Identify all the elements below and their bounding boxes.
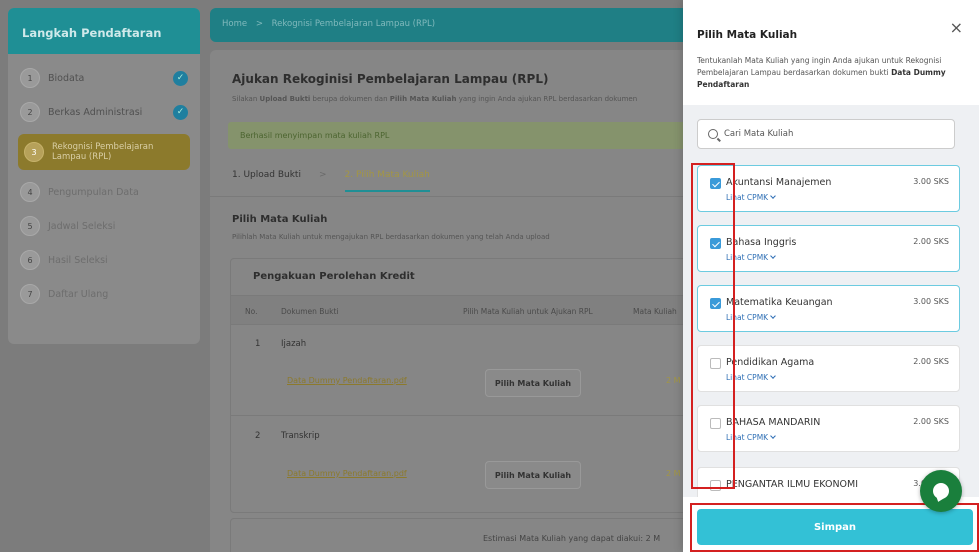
row-number: 2 xyxy=(255,431,261,441)
step-jadwal-seleksi[interactable]: 5 Jadwal Seleksi xyxy=(20,214,188,238)
table-header: No. Dokumen Bukti Pilih Mata Kuliah untu… xyxy=(231,295,691,325)
chevron-down-icon xyxy=(770,253,776,259)
sidebar: Langkah Pendaftaran 1 Biodata ✓ 2 Berkas… xyxy=(8,8,200,344)
step-daftar-ulang[interactable]: 7 Daftar Ulang xyxy=(20,282,188,306)
step-label: Jadwal Seleksi xyxy=(48,220,116,232)
row-document: Ijazah xyxy=(281,339,307,349)
pick-course-button[interactable]: Pilih Mata Kuliah xyxy=(485,461,581,489)
step-number: 6 xyxy=(20,250,40,270)
col-mk: Mata Kuliah xyxy=(633,307,677,316)
step-number: 3 xyxy=(24,142,44,162)
pick-course-button[interactable]: Pilih Mata Kuliah xyxy=(485,369,581,397)
close-icon[interactable]: × xyxy=(950,20,963,36)
sidebar-title: Langkah Pendaftaran xyxy=(8,8,200,54)
step-rpl[interactable]: 3 Rekognisi Pembelajaran Lampau (RPL) xyxy=(18,134,190,170)
search-input[interactable]: Cari Mata Kuliah xyxy=(697,119,955,149)
chat-button[interactable] xyxy=(920,470,962,512)
breadcrumb-home[interactable]: Home xyxy=(222,19,247,29)
main-panel: Ajukan Rekoginisi Pembelajaran Lampau (R… xyxy=(210,50,691,552)
drawer-title: Pilih Mata Kuliah xyxy=(697,29,798,41)
row-sks: 2 M xyxy=(666,376,681,385)
col-pick: Pilih Mata Kuliah untuk Ajukan RPL xyxy=(463,307,593,316)
course-item[interactable]: Pendidikan Agama 2.00 SKS Lihat CPMK xyxy=(697,345,960,392)
card-title: Pengakuan Perolehan Kredit xyxy=(253,271,415,282)
course-item[interactable]: BAHASA MANDARIN 2.00 SKS Lihat CPMK xyxy=(697,405,960,452)
col-no: No. xyxy=(245,307,258,316)
step-number: 2 xyxy=(20,102,40,122)
course-sks: 3.00 SKS xyxy=(913,297,949,306)
step-number: 7 xyxy=(20,284,40,304)
chat-icon xyxy=(933,483,949,499)
chevron-down-icon xyxy=(770,193,776,199)
chevron-down-icon xyxy=(770,373,776,379)
file-link[interactable]: Data Dummy Pendaftaran.pdf xyxy=(287,376,407,385)
section-title: Pilih Mata Kuliah xyxy=(232,214,328,225)
step-number: 1 xyxy=(20,68,40,88)
breadcrumb-separator: > xyxy=(255,19,263,29)
course-name: Akuntansi Manajemen xyxy=(726,177,832,188)
drawer-description: Tentukanlah Mata Kuliah yang ingin Anda … xyxy=(697,56,946,89)
course-item[interactable]: Akuntansi Manajemen 3.00 SKS Lihat CPMK xyxy=(697,165,960,212)
tab-separator: > xyxy=(318,170,327,180)
step-label: Biodata xyxy=(48,72,85,84)
file-link[interactable]: Data Dummy Pendaftaran.pdf xyxy=(287,469,407,478)
step-label: Daftar Ulang xyxy=(48,288,109,300)
step-label: Hasil Seleksi xyxy=(48,254,108,266)
page-description: Silakan Upload Bukti berupa dokumen dan … xyxy=(232,95,638,103)
row-divider xyxy=(231,415,691,416)
step-number: 5 xyxy=(20,216,40,236)
course-name: BAHASA MANDARIN xyxy=(726,417,821,428)
credit-card: Pengakuan Perolehan Kredit No. Dokumen B… xyxy=(230,258,691,513)
row-document: Transkrip xyxy=(281,431,320,441)
course-name: Bahasa Inggris xyxy=(726,237,797,248)
success-alert: Berhasil menyimpan mata kuliah RPL xyxy=(228,122,688,149)
course-sks: 2.00 SKS xyxy=(913,357,949,366)
step-hasil-seleksi[interactable]: 6 Hasil Seleksi xyxy=(20,248,188,272)
course-name: Matematika Keuangan xyxy=(726,297,833,308)
tab-upload-bukti[interactable]: 1. Upload Bukti xyxy=(232,170,301,192)
course-item[interactable]: Bahasa Inggris 2.00 SKS Lihat CPMK xyxy=(697,225,960,272)
course-sks: 2.00 SKS xyxy=(913,237,949,246)
tab-pilih-mata-kuliah[interactable]: 2. Pilih Mata Kuliah xyxy=(344,170,430,192)
step-label: Pengumpulan Data xyxy=(48,186,139,198)
step-tabs: 1. Upload Bukti > 2. Pilih Mata Kuliah xyxy=(232,170,430,192)
search-icon xyxy=(708,129,718,139)
course-sks: 3.00 SKS xyxy=(913,177,949,186)
step-number: 4 xyxy=(20,182,40,202)
step-biodata[interactable]: 1 Biodata ✓ xyxy=(20,66,188,90)
step-pengumpulan-data[interactable]: 4 Pengumpulan Data xyxy=(20,180,188,204)
course-name: PENGANTAR ILMU EKONOMI xyxy=(726,479,859,490)
row-number: 1 xyxy=(255,339,261,349)
course-name: Pendidikan Agama xyxy=(726,357,815,368)
breadcrumb: Home > Rekognisi Pembelajaran Lampau (RP… xyxy=(210,8,690,42)
estimation-text: Estimasi Mata Kuliah yang dapat diakui: … xyxy=(230,518,690,552)
search-placeholder: Cari Mata Kuliah xyxy=(724,129,794,139)
step-label: Berkas Administrasi xyxy=(48,106,143,118)
breadcrumb-current: Rekognisi Pembelajaran Lampau (RPL) xyxy=(271,19,436,29)
section-description: Pilihlah Mata Kuliah untuk mengajukan RP… xyxy=(232,233,550,241)
divider xyxy=(210,196,690,197)
check-circle-icon: ✓ xyxy=(173,70,188,86)
row-sks: 2 M xyxy=(666,469,681,478)
chevron-down-icon xyxy=(770,313,776,319)
chevron-down-icon xyxy=(770,433,776,439)
page-title: Ajukan Rekoginisi Pembelajaran Lampau (R… xyxy=(232,72,549,86)
step-label: Rekognisi Pembelajaran Lampau (RPL) xyxy=(52,142,154,162)
course-item[interactable]: Matematika Keuangan 3.00 SKS Lihat CPMK xyxy=(697,285,960,332)
course-sks: 2.00 SKS xyxy=(913,417,949,426)
col-doc: Dokumen Bukti xyxy=(281,307,339,316)
check-circle-icon: ✓ xyxy=(173,104,188,120)
step-berkas-administrasi[interactable]: 2 Berkas Administrasi ✓ xyxy=(20,100,188,124)
checkbox-highlight xyxy=(691,163,735,489)
